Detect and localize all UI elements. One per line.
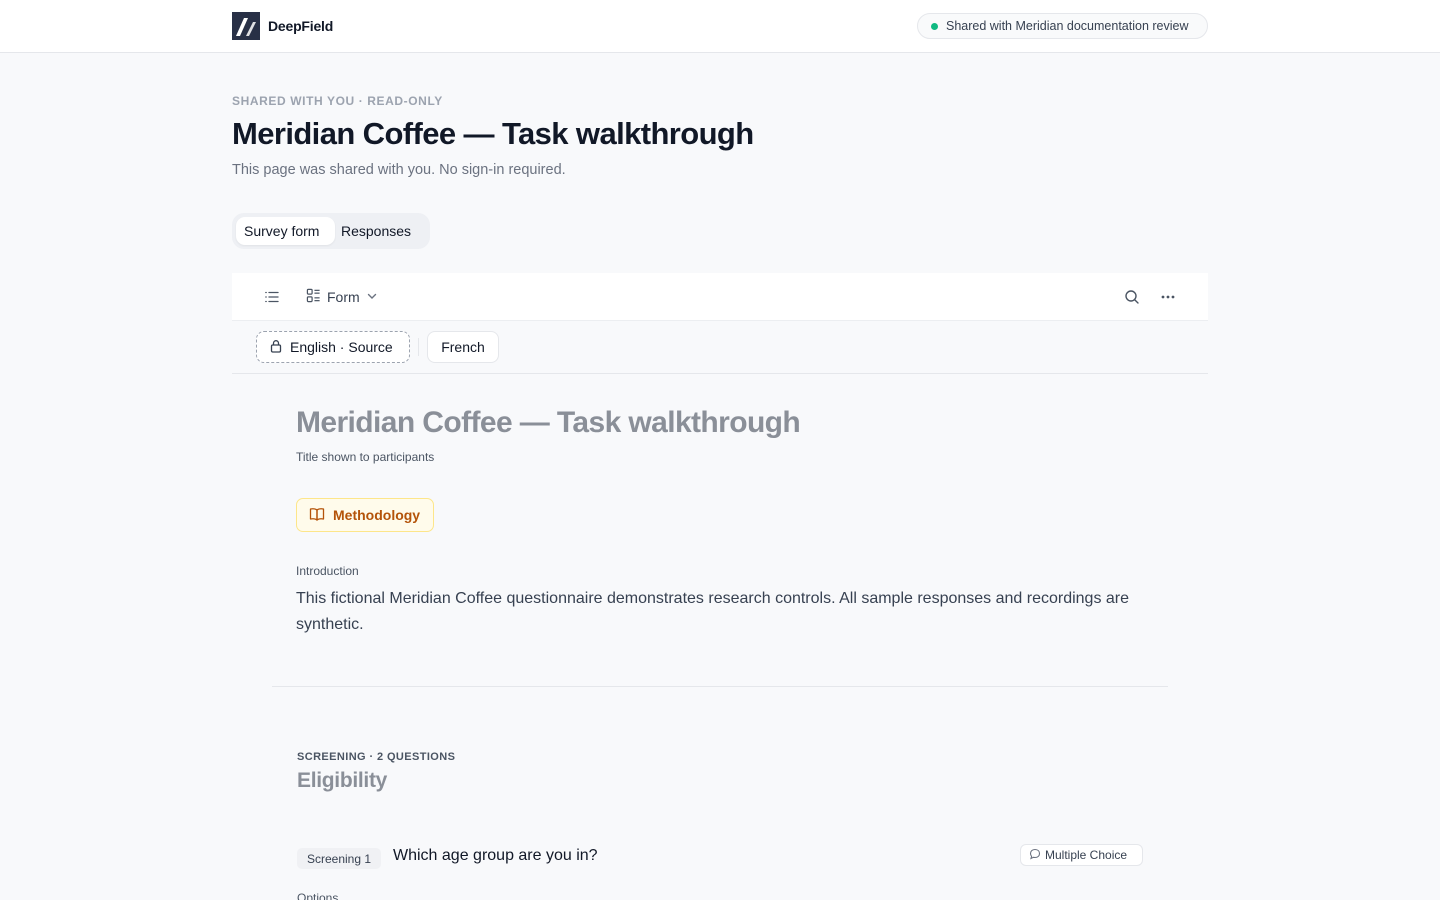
view-mode-dropdown[interactable]: Form <box>306 286 378 308</box>
share-status-text: Shared with Meridian documentation revie… <box>946 19 1189 33</box>
page-subtitle: This page was shared with you. No sign-i… <box>232 162 566 178</box>
top-bar: DeepField Shared with Meridian documenta… <box>0 0 1440 53</box>
chevron-down-icon <box>366 289 378 305</box>
brand-logo[interactable]: DeepField <box>232 12 333 40</box>
methodology-label: Methodology <box>333 507 421 523</box>
language-french-button[interactable]: French <box>427 331 499 363</box>
view-mode-label: Form <box>327 289 360 305</box>
form-icon <box>306 288 321 306</box>
methodology-button[interactable]: Methodology <box>296 498 434 532</box>
language-bar: English · Source French <box>232 321 1208 374</box>
view-tabs: Survey form Responses <box>232 213 430 249</box>
deepfield-logo-icon <box>232 12 260 40</box>
introduction-text[interactable]: This fictional Meridian Coffee questionn… <box>296 586 1176 638</box>
language-source-button[interactable]: English · Source <box>256 331 410 363</box>
tab-survey-form[interactable]: Survey form <box>236 217 335 245</box>
list-icon[interactable] <box>263 288 281 306</box>
book-open-icon <box>309 506 325 525</box>
status-dot-icon <box>931 22 938 30</box>
question-options-label: Options <box>297 891 339 900</box>
editor-toolbar: Form <box>232 273 1208 321</box>
more-icon[interactable] <box>1159 288 1177 306</box>
survey-title[interactable]: Meridian Coffee — Task walkthrough <box>296 406 801 440</box>
section-divider <box>272 686 1168 687</box>
chat-bubble-icon <box>1029 848 1041 863</box>
language-source-label: English · Source <box>290 339 393 355</box>
brand-name: DeepField <box>268 18 334 34</box>
share-status-badge: Shared with Meridian documentation revie… <box>917 13 1208 39</box>
search-icon[interactable] <box>1123 288 1141 306</box>
tab-responses[interactable]: Responses <box>337 217 419 245</box>
question-type-label: Multiple Choice <box>1045 848 1128 862</box>
question-type-badge[interactable]: Multiple Choice <box>1020 844 1143 866</box>
survey-title-hint: Title shown to participants <box>296 450 435 464</box>
section-title[interactable]: Eligibility <box>297 769 387 793</box>
question-text[interactable]: Which age group are you in? <box>393 847 598 865</box>
page-eyebrow: SHARED WITH YOU · READ-ONLY <box>232 94 443 108</box>
language-divider <box>418 338 419 356</box>
question-tag: Screening 1 <box>297 848 381 869</box>
section-eyebrow: SCREENING · 2 QUESTIONS <box>297 751 456 763</box>
survey-editor-card: Form English · Source French Meridian Co… <box>232 273 1208 900</box>
lock-icon <box>269 339 283 356</box>
page-title: Meridian Coffee — Task walkthrough <box>232 116 754 151</box>
introduction-label: Introduction <box>296 564 359 578</box>
